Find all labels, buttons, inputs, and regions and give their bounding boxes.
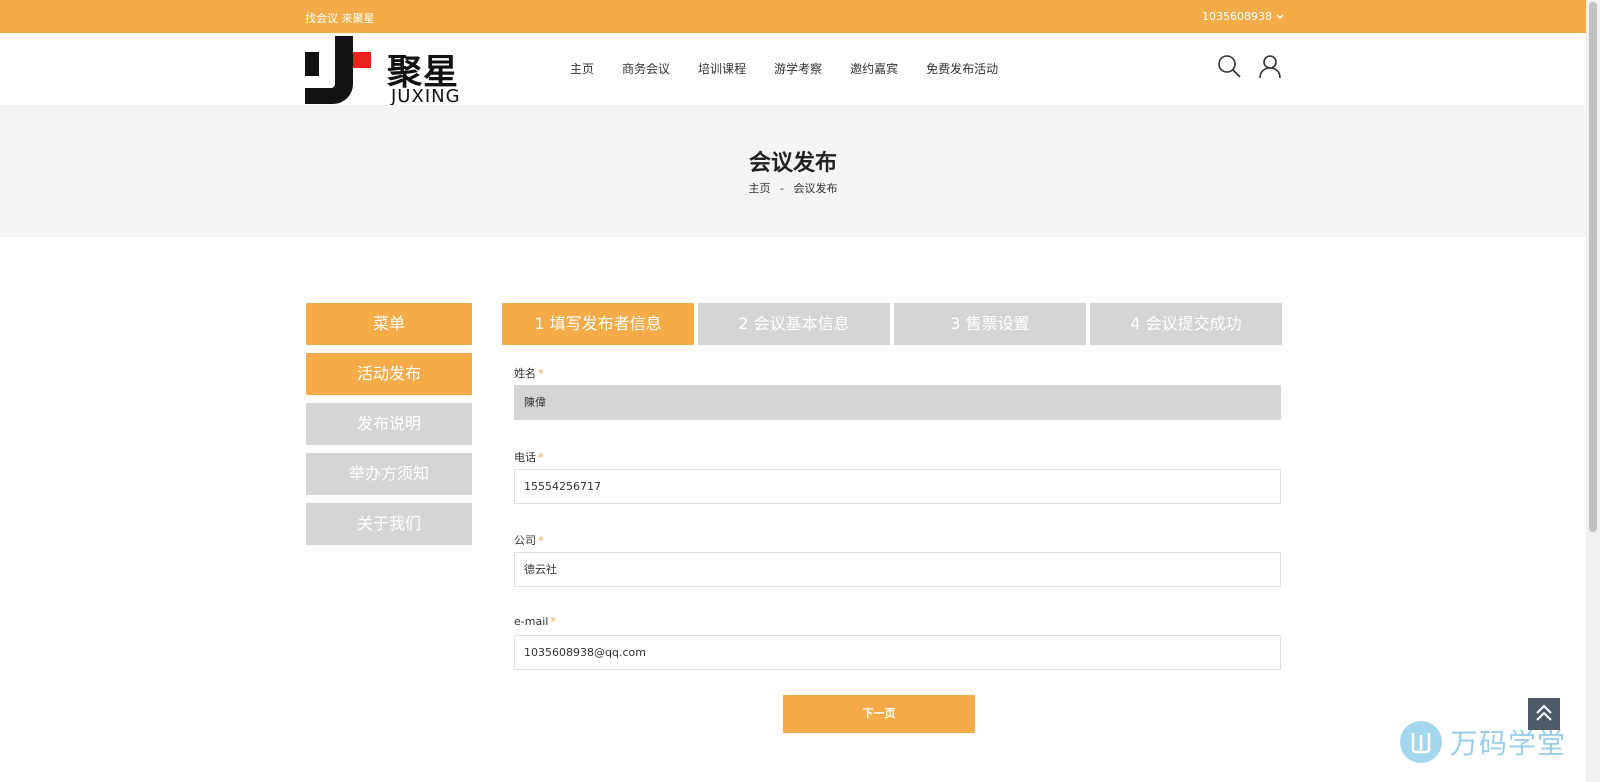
breadcrumb: 主页 - 会议发布 (0, 180, 1586, 196)
main-nav: 主页 商务会议 培训课程 游学考察 邀约嘉宾 免费发布活动 (570, 60, 998, 77)
breadcrumb-current: 会议发布 (793, 182, 838, 195)
step-tab-meeting-info[interactable]: 2 会议基本信息 (698, 303, 890, 345)
nav-item-invite-guests[interactable]: 邀约嘉宾 (850, 60, 898, 77)
nav-item-business-meetings[interactable]: 商务会议 (622, 60, 670, 77)
watermark-text: 万码学堂 (1450, 727, 1567, 760)
required-mark: * (538, 534, 544, 547)
wanma-logo-icon (1400, 721, 1442, 763)
phone-field[interactable]: 15554256717 (514, 469, 1281, 504)
scrollbar-thumb[interactable] (1589, 2, 1597, 532)
site-logo[interactable]: 聚星 JUXING (305, 36, 465, 107)
top-bar: 找会议 来聚星 1035608938 (0, 0, 1586, 33)
sidebar-title: 菜单 (306, 303, 472, 345)
sidebar-item-about-us[interactable]: 关于我们 (306, 503, 472, 545)
required-mark: * (538, 367, 544, 380)
required-mark: * (538, 451, 544, 464)
top-slogan: 找会议 来聚星 (305, 12, 375, 25)
required-mark: * (550, 615, 556, 628)
nav-item-study-tours[interactable]: 游学考察 (774, 60, 822, 77)
company-label: 公司 * (514, 534, 544, 547)
logo-text-en: JUXING (391, 86, 461, 107)
header: 聚星 JUXING 主页 商务会议 培训课程 游学考察 邀约嘉宾 免费发布活动 (0, 33, 1586, 107)
chevron-down-icon (1276, 14, 1284, 19)
page-title: 会议发布 (748, 151, 837, 176)
sidebar-item-publish-guide[interactable]: 发布说明 (306, 403, 472, 445)
page-scrollbar[interactable] (1586, 0, 1600, 782)
nav-item-training-courses[interactable]: 培训课程 (698, 60, 746, 77)
page-banner: 会议发布 主页 - 会议发布 (0, 105, 1586, 237)
step-tab-ticket-settings[interactable]: 3 售票设置 (894, 303, 1086, 345)
name-label: 姓名 * (514, 367, 544, 380)
name-field[interactable]: 陳偉 (514, 385, 1281, 420)
company-field[interactable]: 德云社 (514, 552, 1281, 587)
email-label: e-mail * (514, 615, 556, 628)
search-icon[interactable] (1216, 53, 1242, 79)
account-dropdown[interactable]: 1035608938 (1202, 10, 1284, 23)
phone-label: 电话 * (514, 451, 544, 464)
step-tab-publisher-info[interactable]: 1 填写发布者信息 (502, 303, 694, 345)
sidebar-item-organizer-notice[interactable]: 举办方须知 (306, 453, 472, 495)
nav-item-home[interactable]: 主页 (570, 60, 594, 77)
watermark: 万码学堂 (1400, 721, 1566, 763)
breadcrumb-home[interactable]: 主页 (749, 182, 771, 195)
next-page-button[interactable]: 下一页 (783, 695, 975, 733)
email-field[interactable]: 1035608938@qq.com (514, 635, 1281, 670)
breadcrumb-separator: - (780, 182, 784, 195)
sidebar-item-publish-event[interactable]: 活动发布 (306, 353, 472, 395)
nav-item-free-publish[interactable]: 免费发布活动 (926, 60, 998, 77)
juxing-logo-mark (305, 36, 371, 104)
account-id: 1035608938 (1202, 10, 1272, 23)
user-icon[interactable] (1257, 53, 1283, 79)
step-tab-submit-success[interactable]: 4 会议提交成功 (1090, 303, 1282, 345)
